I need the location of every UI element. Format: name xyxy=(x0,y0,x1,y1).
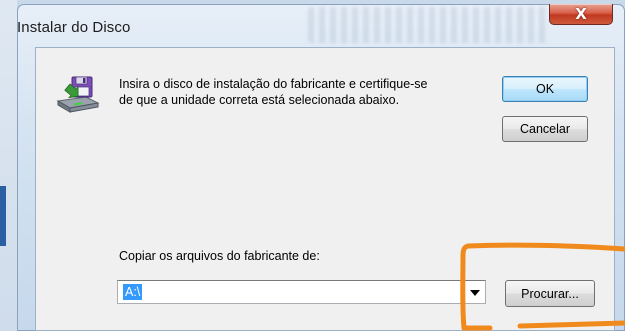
background-fragment xyxy=(0,0,17,331)
copy-from-label: Copiar os arquivos do fabricante de: xyxy=(119,249,320,263)
chevron-down-icon[interactable] xyxy=(470,290,480,296)
background-fragment xyxy=(0,186,6,246)
source-path-value[interactable]: A:\ xyxy=(123,284,143,300)
ok-button[interactable]: OK xyxy=(502,76,588,102)
instruction-text: Insira o disco de instalação do fabrican… xyxy=(119,77,428,107)
window-title: Instalar do Disco xyxy=(17,19,131,36)
source-path-combobox[interactable]: A:\ xyxy=(117,280,486,304)
browse-button[interactable]: Procurar... xyxy=(505,280,595,307)
close-icon: X xyxy=(575,5,587,23)
cancel-button[interactable]: Cancelar xyxy=(502,116,588,142)
close-button[interactable]: X xyxy=(549,4,613,25)
floppy-disk-install-icon xyxy=(56,76,100,113)
